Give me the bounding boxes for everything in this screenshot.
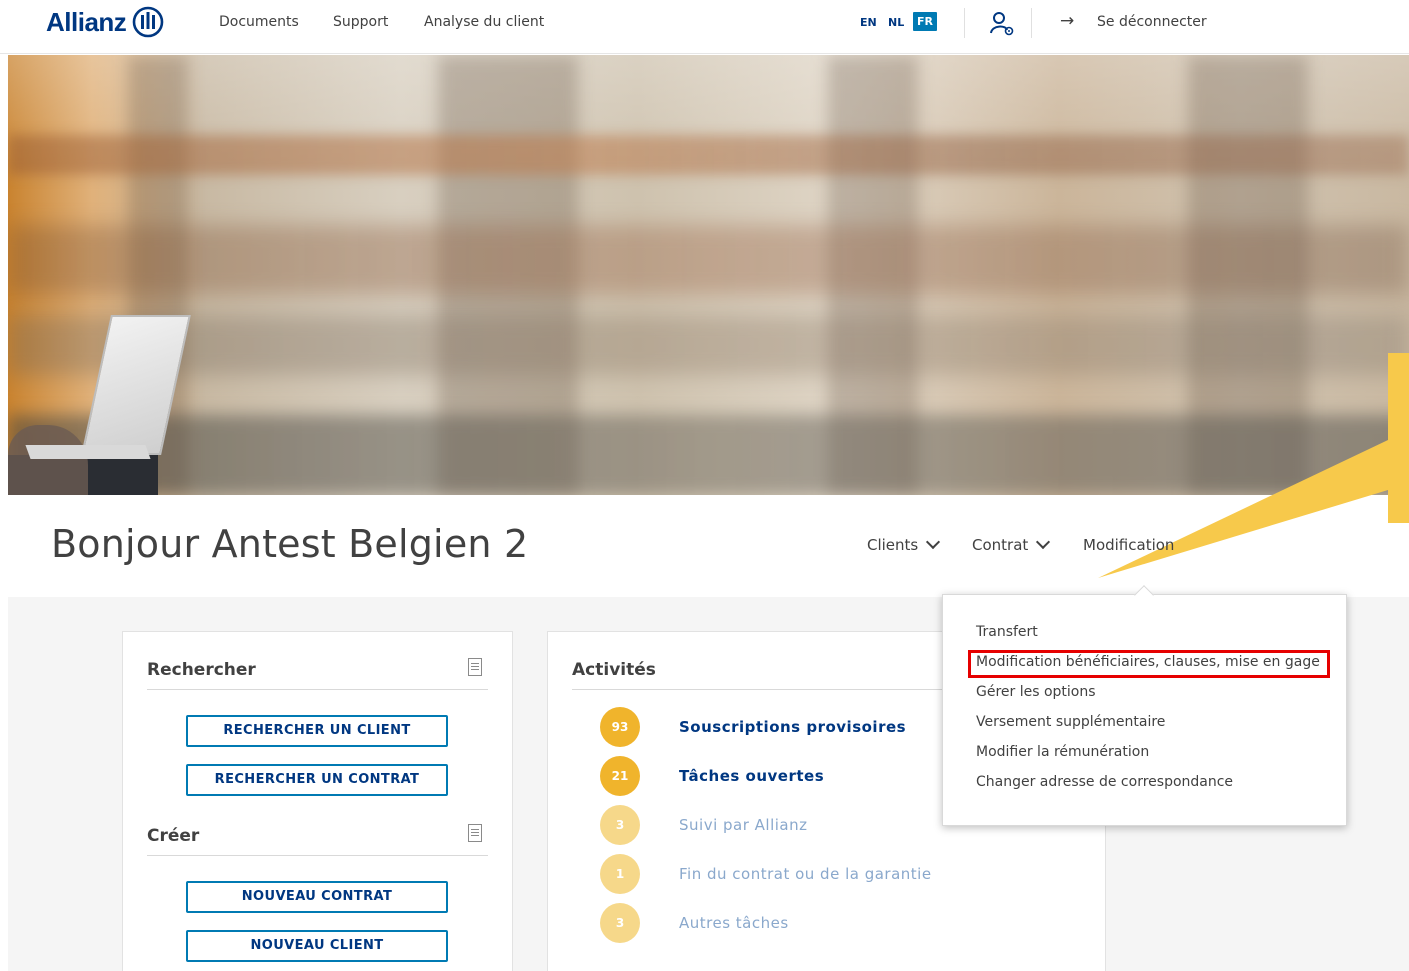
filter-clients[interactable]: Clients xyxy=(867,534,941,554)
search-card-title: Rechercher xyxy=(147,660,256,680)
lang-en[interactable]: EN xyxy=(860,16,877,29)
nav-analyse-client[interactable]: Analyse du client xyxy=(424,14,544,30)
highlight-box xyxy=(968,650,1330,678)
filter-modification[interactable]: Modification xyxy=(1083,536,1174,554)
page-title: Bonjour Antest Belgien 2 xyxy=(51,522,529,566)
list-icon xyxy=(468,824,482,842)
activity-count-badge: 93 xyxy=(600,707,640,747)
nav-documents[interactable]: Documents xyxy=(219,14,299,30)
nav-support[interactable]: Support xyxy=(333,14,388,30)
menu-item-transfert[interactable]: Transfert xyxy=(976,624,1038,640)
logout-link[interactable]: Se déconnecter xyxy=(1097,14,1207,30)
brand-name: Allianz xyxy=(46,6,127,37)
activity-link-souscriptions[interactable]: Souscriptions provisoires xyxy=(679,718,906,736)
filter-contrat-label: Contrat xyxy=(972,536,1029,554)
activity-link-fin-contrat[interactable]: Fin du contrat ou de la garantie xyxy=(679,865,932,883)
lang-nl[interactable]: NL xyxy=(888,16,904,29)
hero-banner-image xyxy=(8,55,1409,495)
divider xyxy=(147,689,488,690)
allianz-logo[interactable]: Allianz xyxy=(46,6,164,38)
modification-dropdown-menu: Transfert Modification bénéficiaires, cl… xyxy=(942,594,1347,826)
activity-count-badge: 3 xyxy=(600,903,640,943)
activity-link-taches[interactable]: Tâches ouvertes xyxy=(679,767,824,785)
activity-link-suivi[interactable]: Suivi par Allianz xyxy=(679,816,808,834)
activities-title: Activités xyxy=(572,660,656,680)
activity-count-badge: 21 xyxy=(600,756,640,796)
search-document-icon xyxy=(468,658,482,676)
filter-clients-label: Clients xyxy=(867,536,919,554)
filter-contrat[interactable]: Contrat xyxy=(972,534,1051,554)
menu-item-gerer-options[interactable]: Gérer les options xyxy=(976,684,1096,700)
divider xyxy=(147,855,488,856)
new-client-button[interactable]: NOUVEAU CLIENT xyxy=(186,930,448,962)
activity-count-badge: 3 xyxy=(600,805,640,845)
lang-fr[interactable]: FR xyxy=(913,12,937,31)
chevron-down-icon xyxy=(926,534,941,550)
tutorial-callout xyxy=(1388,353,1409,523)
new-contract-button[interactable]: NOUVEAU CONTRAT xyxy=(186,881,448,913)
menu-item-changer-adresse[interactable]: Changer adresse de correspondance xyxy=(976,774,1233,790)
filter-modification-label: Modification xyxy=(1083,536,1175,554)
menu-item-remuneration[interactable]: Modifier la rémunération xyxy=(976,744,1149,760)
logout-arrow-icon: → xyxy=(1060,11,1075,31)
search-create-card xyxy=(122,631,513,971)
menu-item-versement[interactable]: Versement supplémentaire xyxy=(976,714,1165,730)
search-contract-button[interactable]: RECHERCHER UN CONTRAT xyxy=(186,764,448,796)
activity-link-autres[interactable]: Autres tâches xyxy=(679,914,789,932)
divider xyxy=(964,8,965,38)
divider xyxy=(1031,8,1032,38)
activity-count-badge: 1 xyxy=(600,854,640,894)
chevron-down-icon xyxy=(1036,534,1051,550)
allianz-eagle-icon xyxy=(132,6,164,38)
user-settings-icon[interactable] xyxy=(988,10,1016,38)
create-card-title: Créer xyxy=(147,826,200,846)
top-navigation: Allianz Documents Support Analyse du cli… xyxy=(0,0,1409,54)
search-client-button[interactable]: RECHERCHER UN CLIENT xyxy=(186,715,448,747)
